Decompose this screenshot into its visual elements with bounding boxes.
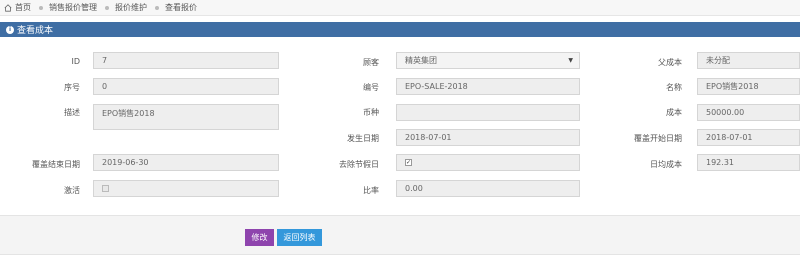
daily-cost-value: 192.31 (706, 158, 734, 167)
breadcrumb-separator (155, 5, 159, 10)
breadcrumb-item[interactable]: 报价维护 (115, 2, 147, 13)
breadcrumb-separator (39, 5, 43, 10)
code-value: EPO-SALE-2018 (405, 82, 468, 91)
end-date-field: 2019-06-30 (93, 154, 279, 171)
panel-header: i 查看成本 (0, 22, 800, 37)
currency-field (396, 104, 580, 121)
info-icon: i (6, 25, 14, 34)
customer-value: 精英集团 (405, 56, 437, 65)
cost-label: 成本 (666, 108, 682, 117)
chevron-down-icon: ▼ (568, 57, 573, 64)
form-actions: 修改 返回列表 (0, 215, 800, 255)
daily-cost-label: 日均成本 (650, 160, 682, 169)
active-label: 激活 (64, 186, 80, 195)
seq-field: 0 (93, 78, 279, 95)
breadcrumb-item: 首页 (15, 3, 31, 12)
start-date-label: 覆盖开始日期 (634, 134, 682, 143)
holiday-field: ✓ (396, 154, 580, 171)
occur-date-value: 2018-07-01 (405, 133, 452, 142)
customer-label: 顾客 (363, 58, 379, 67)
edit-button[interactable]: 修改 (245, 229, 274, 246)
active-field (93, 180, 279, 197)
name-value: EPO销售2018 (706, 82, 759, 91)
desc-field: EPO销售2018 (93, 104, 279, 130)
parent-cost-label: 父成本 (658, 58, 682, 67)
currency-label: 币种 (363, 108, 379, 117)
code-field: EPO-SALE-2018 (396, 78, 580, 95)
back-to-list-button[interactable]: 返回列表 (277, 229, 322, 246)
cost-form: ID 7 顾客 精英集团 ▼ 父成本 未分配 序号 0 编号 EPO-SALE-2… (0, 37, 800, 215)
breadcrumb-item[interactable]: 销售报价管理 (49, 2, 97, 13)
home-icon (4, 3, 12, 12)
holiday-label: 去除节假日 (339, 160, 379, 169)
id-value: 7 (102, 56, 108, 65)
cost-field: 50000.00 (697, 104, 800, 121)
customer-select[interactable]: 精英集团 ▼ (396, 52, 580, 69)
ratio-value: 0.00 (405, 184, 423, 193)
code-label: 编号 (363, 83, 379, 92)
id-label: ID (71, 57, 80, 66)
breadcrumb-home[interactable]: 首页 (4, 2, 31, 13)
ratio-label: 比率 (363, 186, 379, 195)
daily-cost-field: 192.31 (697, 154, 800, 171)
panel-title: 查看成本 (17, 26, 54, 36)
occur-date-label: 发生日期 (347, 134, 379, 143)
id-field: 7 (93, 52, 279, 69)
end-date-label: 覆盖结束日期 (32, 160, 80, 169)
parent-cost-value: 未分配 (706, 56, 730, 65)
breadcrumb-separator (105, 5, 109, 10)
occur-date-field: 2018-07-01 (396, 129, 580, 146)
holiday-checkbox[interactable]: ✓ (405, 159, 412, 166)
seq-value: 0 (102, 82, 108, 91)
breadcrumb-current: 查看报价 (165, 3, 197, 12)
parent-cost-field: 未分配 (697, 52, 800, 69)
desc-label: 描述 (64, 108, 80, 117)
start-date-field: 2018-07-01 (697, 129, 800, 146)
cost-value: 50000.00 (706, 108, 745, 117)
breadcrumb: 首页 销售报价管理 报价维护 查看报价 (0, 0, 800, 16)
active-checkbox[interactable] (102, 185, 109, 192)
name-label: 名称 (666, 83, 682, 92)
end-date-value: 2019-06-30 (102, 158, 149, 167)
seq-label: 序号 (64, 83, 80, 92)
ratio-field: 0.00 (396, 180, 580, 197)
name-field: EPO销售2018 (697, 78, 800, 95)
desc-value: EPO销售2018 (102, 109, 155, 118)
start-date-value: 2018-07-01 (706, 133, 753, 142)
